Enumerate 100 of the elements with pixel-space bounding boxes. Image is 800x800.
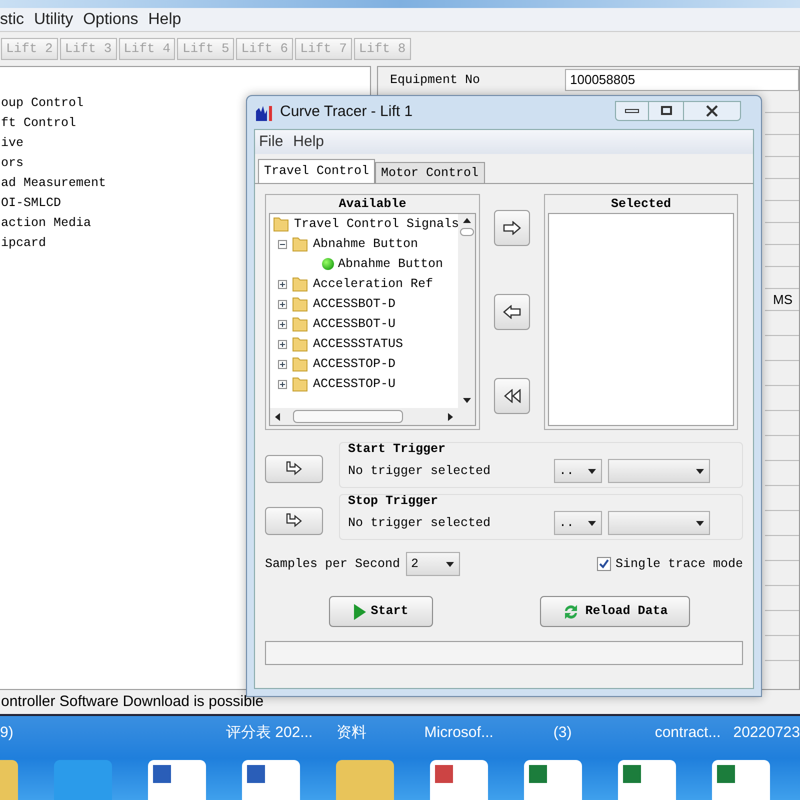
tree-item[interactable]: OI-SMLCD — [1, 193, 62, 213]
folder-icon — [291, 235, 309, 253]
folder-icon — [291, 375, 309, 393]
tab[interactable]: Travel Control — [258, 159, 376, 183]
start-button[interactable]: Start — [328, 596, 432, 627]
vertical-scrollbar[interactable] — [458, 214, 475, 425]
play-icon — [352, 602, 367, 620]
arrow-icon — [503, 305, 521, 319]
tree-item[interactable]: ors — [1, 153, 24, 173]
signal-icon — [322, 258, 334, 270]
excel-file-icon[interactable] — [618, 760, 676, 800]
desktop-icon-label[interactable]: Microsof... — [424, 722, 554, 744]
tree-item[interactable]: ACCESSSTATUS — [313, 334, 404, 354]
folder-icon — [272, 215, 290, 233]
scroll-thumb[interactable] — [293, 410, 403, 423]
add-button[interactable] — [494, 210, 530, 246]
expand-toggle[interactable] — [278, 380, 287, 388]
close-icon — [706, 104, 718, 116]
folder-icon — [291, 275, 309, 293]
field-value: MS — [772, 290, 792, 309]
tree-item[interactable]: ACCESSTOP-U — [313, 374, 396, 394]
tree-item[interactable]: Abnahme Button — [313, 234, 418, 254]
folder-icon — [291, 335, 309, 353]
caret-icon — [273, 412, 283, 422]
desktop-icon-label[interactable]: contract... — [654, 722, 734, 744]
status-text: ontroller Software Download is possible — [1, 692, 264, 712]
dropdown[interactable]: .. — [554, 459, 602, 483]
menu-item[interactable]: Utility — [34, 8, 74, 32]
close-button[interactable] — [683, 100, 741, 120]
tree-item[interactable]: ive — [1, 133, 24, 153]
tree-item[interactable]: action Media — [1, 213, 92, 233]
menu-item[interactable]: stic — [0, 8, 24, 32]
dropdown[interactable]: 2 — [406, 552, 460, 576]
tree-item[interactable]: ipcard — [1, 233, 46, 253]
caret-icon — [445, 559, 456, 569]
excel-file-icon[interactable] — [524, 760, 582, 800]
desktop-icon-label[interactable]: (3) — [553, 722, 655, 744]
menu-item[interactable]: Help — [293, 130, 324, 154]
group-title: Stop Trigger — [348, 493, 440, 510]
expand-toggle[interactable] — [278, 300, 287, 308]
tree-item[interactable]: ad Measurement — [1, 173, 106, 193]
remove-button[interactable] — [494, 294, 530, 330]
caret-icon — [695, 466, 705, 476]
tree-item[interactable]: ACCESSTOP-D — [313, 354, 396, 374]
caret-icon — [587, 466, 597, 476]
tree-item[interactable]: oup Control — [1, 93, 84, 113]
menu-item[interactable]: Help — [148, 8, 182, 32]
ppt-file-icon[interactable] — [430, 760, 488, 800]
equipment-field[interactable]: 100058805 — [565, 69, 799, 91]
dropdown[interactable]: .. — [554, 511, 602, 535]
folder-icon — [291, 315, 309, 333]
desktop-icon-label[interactable]: 评分表 202... — [226, 722, 337, 744]
trigger-button[interactable] — [265, 455, 323, 483]
plus-icon — [279, 340, 286, 348]
tree-item[interactable]: Acceleration Ref — [313, 274, 434, 294]
arrow-icon — [503, 389, 521, 403]
collapse-toggle[interactable] — [278, 240, 287, 248]
menu-item[interactable]: Options — [83, 8, 138, 32]
word-file-icon[interactable] — [148, 760, 206, 800]
caret-icon — [695, 518, 705, 528]
caret-icon — [587, 518, 597, 528]
desktop-icon-label[interactable]: 20220723 — [733, 722, 800, 744]
folder-icon — [291, 295, 309, 313]
plus-icon — [279, 300, 286, 308]
tree-item[interactable]: Travel Control Signals — [294, 214, 458, 234]
list-header: Available — [338, 196, 408, 213]
arrow-icon — [285, 461, 303, 477]
group-title: Start Trigger — [348, 441, 447, 458]
plus-icon — [279, 280, 286, 288]
tree-item[interactable]: Abnahme Button — [338, 254, 444, 274]
selected-list[interactable] — [548, 213, 734, 426]
field-label: Samples per Second — [265, 556, 400, 573]
field-label: Equipment No — [390, 72, 482, 89]
menu-item[interactable]: File — [259, 130, 284, 154]
expand-toggle[interactable] — [278, 320, 287, 328]
maximize-button[interactable] — [649, 100, 683, 120]
expand-toggle[interactable] — [278, 340, 287, 348]
scroll-thumb[interactable] — [460, 228, 474, 236]
expand-toggle[interactable] — [278, 360, 287, 368]
desktop-icon-label[interactable]: 9) — [0, 722, 226, 744]
tab[interactable]: Motor Control — [375, 162, 485, 183]
expand-toggle[interactable] — [278, 280, 287, 288]
tree-item[interactable]: ACCESSBOT-D — [313, 294, 396, 314]
tree-item[interactable]: ACCESSBOT-U — [313, 314, 396, 334]
excel-file-icon[interactable] — [712, 760, 770, 800]
remove-all-button[interactable] — [494, 378, 530, 414]
desktop-icon-label[interactable]: 资料 — [336, 722, 424, 744]
plus-icon — [279, 360, 286, 368]
window-title: Curve Tracer - Lift 1 — [280, 102, 414, 122]
checkbox-label: Single trace mode — [615, 556, 743, 573]
checkbox[interactable] — [597, 557, 612, 571]
reload-button[interactable]: Reload Data — [540, 596, 690, 627]
plus-icon — [279, 320, 286, 328]
tree-item[interactable]: ft Control — [1, 113, 76, 133]
minimize-button[interactable] — [615, 100, 649, 120]
arrow-icon — [285, 513, 303, 529]
trigger-text: No trigger selected — [348, 514, 492, 532]
word-file-icon[interactable] — [242, 760, 300, 800]
trigger-button[interactable] — [265, 507, 323, 535]
horizontal-scrollbar[interactable] — [270, 408, 458, 425]
